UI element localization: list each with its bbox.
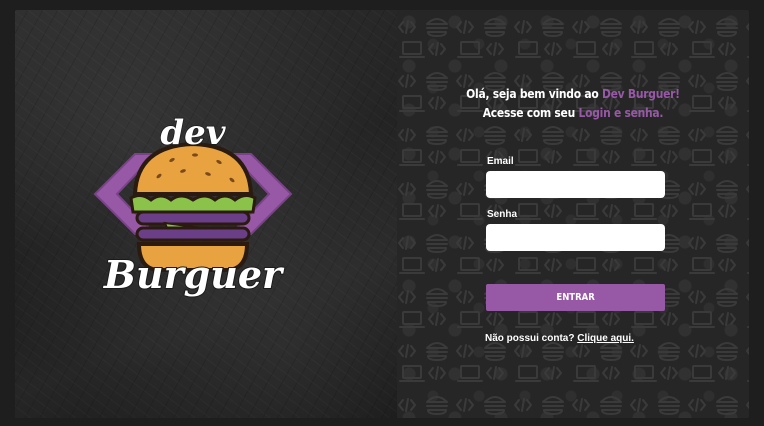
brand-name-highlight: Dev Burguer! [601,86,680,101]
submit-button-label: ENTRAR [556,292,595,303]
email-input[interactable] [486,171,665,198]
welcome-text: Olá, seja bem vindo ao [466,86,602,101]
password-label: Senha [487,209,518,220]
logo-burguer-text: Burguer [103,252,285,297]
signup-link[interactable]: Clique aqui. [577,333,634,344]
password-input[interactable] [486,224,665,251]
instruction-text: Acesse com seu [482,105,579,120]
background-pattern [397,10,749,418]
welcome-message: Olá, seja bem vindo ao Dev Burguer! Aces… [422,84,725,122]
signup-prompt: Não possui conta? Clique aqui. [485,333,634,344]
login-highlight: Login e senha. [578,105,664,120]
logo-dev-text: dev [160,113,226,153]
submit-button[interactable]: ENTRAR [486,284,665,311]
dev-burguer-logo: dev Burguer [93,112,293,298]
signup-question: Não possui conta? [485,333,575,344]
form-panel [397,10,749,418]
email-label: Email [487,156,514,167]
login-page: dev Burguer Olá, seja bem vindo ao Dev B… [15,10,749,418]
welcome-line-2: Acesse com seu Login e senha. [422,103,725,122]
welcome-line-1: Olá, seja bem vindo ao Dev Burguer! [422,84,725,103]
